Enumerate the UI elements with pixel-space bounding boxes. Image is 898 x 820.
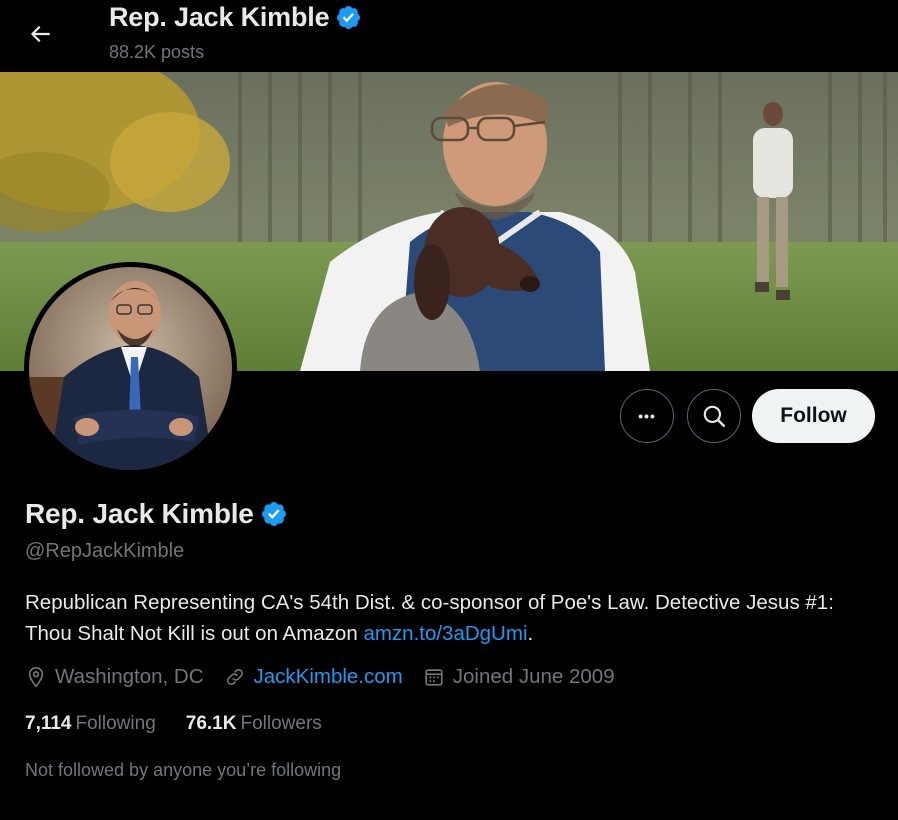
search-icon xyxy=(703,405,725,427)
followers-stat[interactable]: 76.1K Followers xyxy=(186,713,322,735)
profile-handle: @RepJackKimble xyxy=(25,540,185,562)
following-count: 7,114 xyxy=(25,713,72,734)
back-button[interactable] xyxy=(20,14,60,54)
bio-end: . xyxy=(527,622,534,645)
followed-by-note: Not followed by anyone you’re following xyxy=(25,760,342,780)
post-count: 88.2K posts xyxy=(109,42,205,62)
follow-button[interactable]: Follow xyxy=(752,389,875,443)
following-stat[interactable]: 7,114 Following xyxy=(25,713,156,735)
profile-bio: Republican Representing CA's 54th Dist. … xyxy=(25,587,875,649)
location-text: Washington, DC xyxy=(55,665,204,688)
link-icon xyxy=(226,668,243,686)
profile-stats: 7,114 Following 76.1K Followers xyxy=(25,713,352,735)
profile-avatar[interactable] xyxy=(24,262,237,475)
verified-badge-icon[interactable] xyxy=(260,500,288,528)
verified-badge-icon xyxy=(337,5,361,30)
calendar-icon xyxy=(425,669,443,686)
bio-link[interactable]: amzn.to/3aDgUmi xyxy=(363,622,527,645)
following-label: Following xyxy=(75,713,156,734)
joined-item: Joined June 2009 xyxy=(423,665,615,689)
profile-name-row: Rep. Jack Kimble xyxy=(25,498,288,530)
followers-label: Followers xyxy=(240,713,322,734)
profile-meta: Washington, DC JackKimble.com Joined Jun… xyxy=(25,665,635,689)
search-button[interactable] xyxy=(687,389,741,443)
followers-count: 76.1K xyxy=(185,713,237,734)
more-icon: ••• xyxy=(638,408,656,424)
header-name: Rep. Jack Kimble xyxy=(109,2,330,32)
arrow-left-icon xyxy=(30,25,50,43)
joined-text: Joined June 2009 xyxy=(452,665,615,688)
top-bar: Rep. Jack Kimble 88.2K posts xyxy=(0,0,898,72)
location-item: Washington, DC xyxy=(25,665,204,689)
location-pin-icon xyxy=(28,667,44,688)
website-item[interactable]: JackKimble.com xyxy=(224,665,403,689)
header-name-row: Rep. Jack Kimble xyxy=(109,2,362,33)
more-button[interactable]: ••• xyxy=(620,389,674,443)
website-link[interactable]: JackKimble.com xyxy=(254,665,403,689)
profile-name: Rep. Jack Kimble xyxy=(25,498,254,529)
